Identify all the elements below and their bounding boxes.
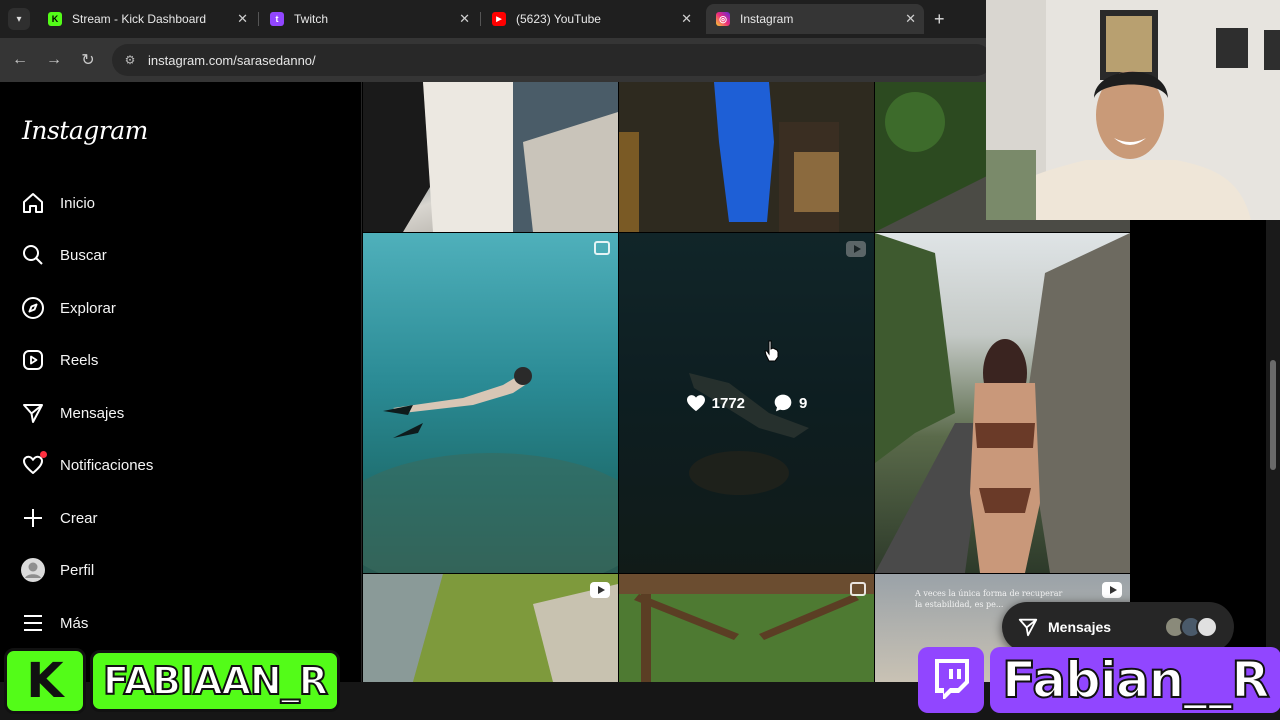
reels-icon bbox=[20, 347, 46, 373]
tab-instagram[interactable]: ◎ Instagram ✕ bbox=[706, 4, 924, 34]
sidebar-item-inicio[interactable]: Inicio bbox=[20, 188, 95, 218]
sidebar-item-buscar[interactable]: Buscar bbox=[20, 240, 107, 270]
screen: ▾ K Stream - Kick Dashboard ✕ t Twitch ✕… bbox=[0, 0, 1280, 720]
instagram-sidebar: Instagram Inicio Buscar Explorar Reels M… bbox=[0, 82, 362, 682]
sidebar-item-label: Notificaciones bbox=[60, 456, 154, 474]
webcam-feed bbox=[986, 0, 1280, 220]
messages-pill[interactable]: Mensajes bbox=[1002, 602, 1234, 652]
post-image bbox=[363, 82, 618, 232]
back-button[interactable]: ← bbox=[8, 48, 32, 72]
tab-divider bbox=[480, 12, 481, 26]
instagram-icon: ◎ bbox=[716, 12, 730, 26]
url-text: instagram.com/sarasedanno/ bbox=[148, 52, 316, 68]
post-image bbox=[619, 574, 874, 682]
tab-title: (5623) YouTube bbox=[516, 12, 601, 26]
post-thumbnail[interactable] bbox=[619, 82, 874, 232]
post-thumbnail[interactable] bbox=[875, 233, 1130, 573]
twitch-icon: t bbox=[270, 12, 284, 26]
twitch-channel-name: Fabian__R bbox=[990, 647, 1280, 713]
likes-count: 1772 bbox=[711, 394, 746, 412]
sidebar-item-mas[interactable]: Más bbox=[20, 608, 88, 638]
compass-icon bbox=[20, 295, 46, 321]
tab-title: Instagram bbox=[740, 12, 794, 26]
tab-search-button[interactable]: ▾ bbox=[8, 8, 30, 30]
post-thumbnail-hovered[interactable]: 1772 9 bbox=[619, 233, 874, 573]
send-icon bbox=[1016, 615, 1040, 639]
post-thumbnail[interactable] bbox=[619, 574, 874, 682]
close-icon[interactable]: ✕ bbox=[905, 11, 916, 27]
sidebar-item-reels[interactable]: Reels bbox=[20, 345, 98, 375]
sidebar-item-label: Buscar bbox=[60, 246, 107, 264]
kick-icon: K bbox=[48, 12, 62, 26]
notification-dot bbox=[40, 451, 47, 458]
tab-youtube[interactable]: ▶ (5623) YouTube ✕ bbox=[482, 4, 700, 34]
menu-icon bbox=[20, 610, 46, 636]
reload-button[interactable]: ↻ bbox=[76, 48, 100, 72]
plus-icon bbox=[20, 505, 46, 531]
messages-pill-label: Mensajes bbox=[1048, 619, 1112, 635]
post-thumbnail[interactable] bbox=[363, 82, 618, 232]
tab-twitch[interactable]: t Twitch ✕ bbox=[260, 4, 478, 34]
post-image bbox=[363, 574, 618, 682]
send-icon bbox=[20, 400, 46, 426]
twitch-branding: Fabian__R bbox=[918, 646, 1280, 714]
twitch-icon bbox=[918, 647, 984, 713]
post-image bbox=[363, 367, 618, 573]
kick-branding: K FABIAAN_R bbox=[4, 648, 340, 714]
carousel-icon bbox=[850, 582, 866, 596]
post-hover-overlay: 1772 9 bbox=[619, 233, 874, 573]
likes-stat: 1772 bbox=[686, 394, 745, 412]
tab-divider bbox=[258, 12, 259, 26]
site-settings-icon[interactable]: ⚙ bbox=[120, 50, 140, 70]
home-icon bbox=[20, 190, 46, 216]
comments-count: 9 bbox=[799, 394, 808, 412]
close-icon[interactable]: ✕ bbox=[681, 11, 692, 27]
kick-channel-name: FABIAAN_R bbox=[90, 650, 340, 712]
instagram-logo[interactable]: Instagram bbox=[22, 116, 148, 145]
comment-icon bbox=[774, 394, 792, 412]
avatar bbox=[1196, 616, 1218, 638]
sidebar-item-label: Explorar bbox=[60, 299, 116, 317]
heart-icon bbox=[20, 451, 47, 478]
post-image bbox=[875, 233, 1130, 573]
sidebar-item-crear[interactable]: Crear bbox=[20, 503, 98, 533]
comments-stat: 9 bbox=[773, 393, 807, 413]
sidebar-item-label: Reels bbox=[60, 351, 99, 369]
kick-icon: K bbox=[4, 648, 86, 714]
webcam-overlay bbox=[986, 0, 1280, 220]
post-thumbnail[interactable] bbox=[363, 574, 618, 682]
sidebar-item-label: Perfil bbox=[60, 561, 95, 579]
reel-icon bbox=[590, 582, 610, 598]
profile-icon bbox=[20, 557, 46, 583]
post-image bbox=[619, 82, 874, 232]
carousel-icon bbox=[594, 241, 610, 255]
tab-title: Twitch bbox=[294, 12, 329, 26]
post-thumbnail[interactable] bbox=[363, 233, 618, 573]
youtube-icon: ▶ bbox=[492, 12, 506, 26]
sidebar-item-label: Inicio bbox=[60, 194, 96, 212]
close-icon[interactable]: ✕ bbox=[459, 11, 470, 27]
new-tab-button[interactable]: + bbox=[934, 9, 945, 30]
sidebar-item-explorar[interactable]: Explorar bbox=[20, 293, 116, 323]
sidebar-item-notificaciones[interactable]: Notificaciones bbox=[20, 450, 153, 480]
sidebar-item-label: Mensajes bbox=[60, 404, 125, 422]
close-icon[interactable]: ✕ bbox=[237, 11, 248, 27]
carousel-icon bbox=[1112, 241, 1122, 251]
kick-name-text: FABIAAN_R bbox=[102, 658, 329, 704]
reel-icon bbox=[1102, 582, 1122, 598]
sidebar-item-mensajes[interactable]: Mensajes bbox=[20, 398, 124, 428]
scrollbar-thumb[interactable] bbox=[1270, 360, 1276, 470]
sidebar-item-perfil[interactable]: Perfil bbox=[20, 555, 94, 585]
hand-cursor-icon bbox=[764, 340, 780, 367]
tab-title: Stream - Kick Dashboard bbox=[72, 12, 207, 26]
forward-button[interactable]: → bbox=[42, 48, 66, 72]
sidebar-item-label: Crear bbox=[60, 509, 98, 527]
message-avatars bbox=[1164, 616, 1218, 638]
tab-kick[interactable]: K Stream - Kick Dashboard ✕ bbox=[38, 4, 256, 34]
search-icon bbox=[20, 242, 46, 268]
address-bar[interactable]: ⚙ instagram.com/sarasedanno/ bbox=[112, 44, 992, 76]
sidebar-item-label: Más bbox=[60, 614, 89, 632]
heart-icon bbox=[686, 395, 705, 412]
